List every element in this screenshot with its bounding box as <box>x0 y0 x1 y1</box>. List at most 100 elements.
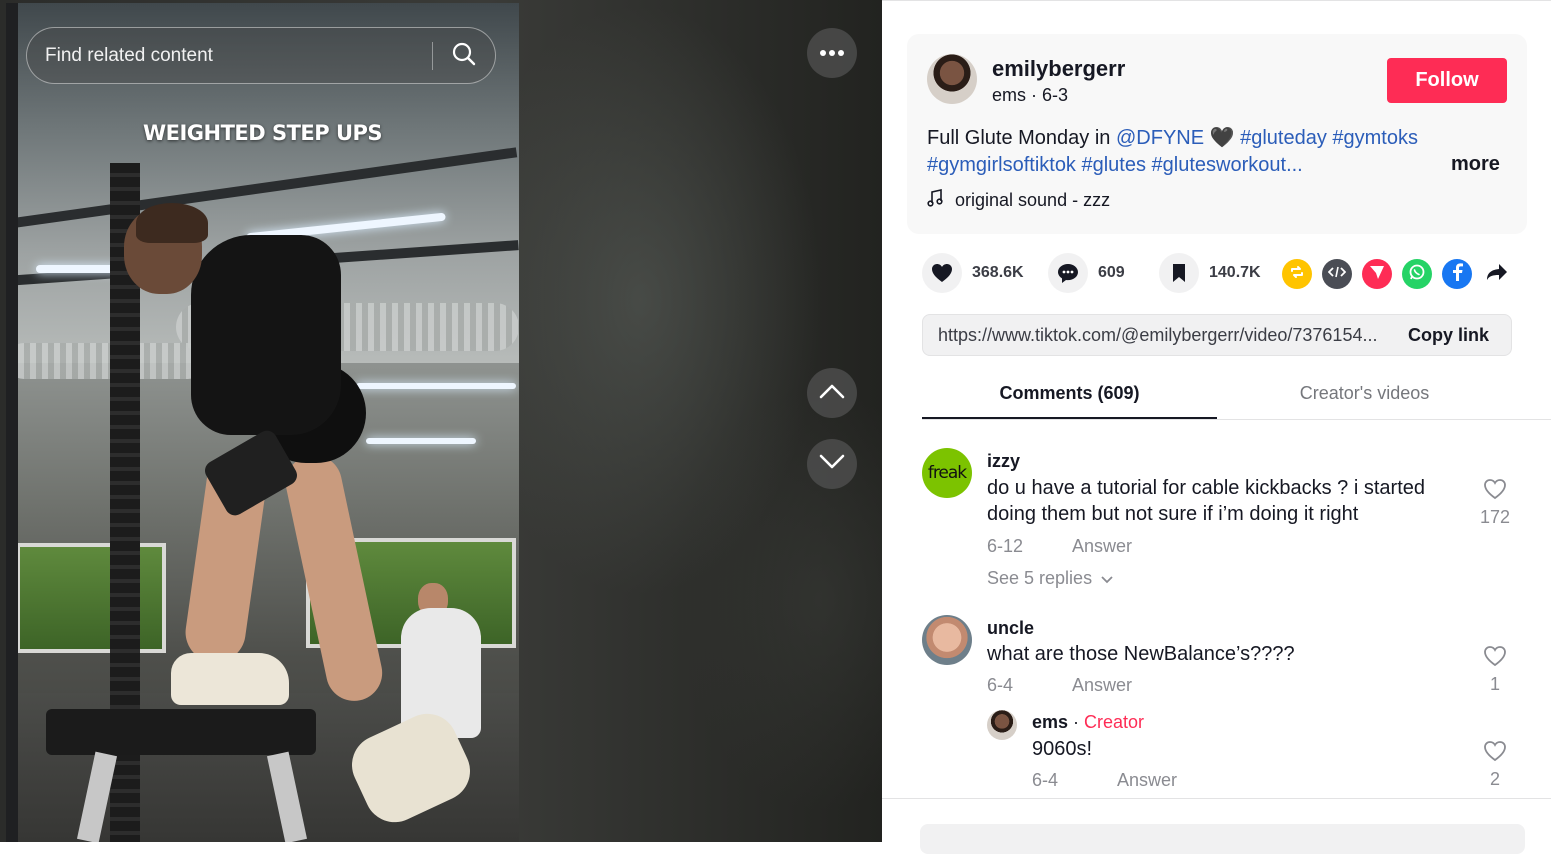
sound-link[interactable]: original sound - zzz <box>927 189 1110 212</box>
video-scene-bench <box>46 709 316 755</box>
commenter-avatar[interactable]: freak <box>922 448 972 498</box>
embed-code-icon <box>1327 265 1347 284</box>
description-text: Full Glute Monday in <box>927 127 1116 149</box>
comment-input-divider <box>882 798 1551 799</box>
video-player[interactable]: WEIGHTED STEP UPS <box>0 0 882 842</box>
details-panel: emilybergerr ems · 6-3 Follow Full Glute… <box>882 0 1551 854</box>
heart-outline-icon <box>1483 741 1507 766</box>
video-scene-shoe <box>171 653 289 705</box>
reply-answer-button[interactable]: Answer <box>1117 770 1177 791</box>
video-scene-light <box>356 383 516 389</box>
mention-link[interactable]: @DFYNE <box>1116 127 1204 149</box>
comment-like-button[interactable]: 1 <box>1475 645 1515 695</box>
video-url[interactable]: https://www.tiktok.com/@emilybergerr/vid… <box>938 325 1388 346</box>
related-search-bar[interactable] <box>26 27 496 84</box>
commenter-username[interactable]: izzy <box>987 451 1020 472</box>
music-note-icon <box>927 189 943 212</box>
comment-item: uncle what are those NewBalance’s???? 6-… <box>922 615 1522 798</box>
reply-username[interactable]: ems · Creator <box>1032 712 1144 733</box>
search-button[interactable] <box>447 40 481 72</box>
author-username[interactable]: emilybergerr <box>992 56 1125 82</box>
video-frame[interactable]: WEIGHTED STEP UPS <box>6 3 519 842</box>
panel-tabs: Comments (609) Creator's videos <box>922 371 1551 420</box>
comment-like-count: 1 <box>1489 674 1500 694</box>
video-scene-window <box>16 543 166 653</box>
avatar-text: freak <box>927 463 967 483</box>
share-arrow-icon <box>1486 263 1508 286</box>
copy-link-button[interactable]: Copy link <box>1408 325 1489 346</box>
comment-item: freak izzy do u have a tutorial for cabl… <box>922 448 1522 608</box>
more-description-button[interactable]: more <box>1451 153 1500 176</box>
heart-emoji: 🖤 <box>1204 127 1235 149</box>
post-info-card: emilybergerr ems · 6-3 Follow Full Glute… <box>907 34 1527 234</box>
reply-like-button[interactable]: 2 <box>1475 740 1515 790</box>
bookmark-icon <box>1159 253 1199 293</box>
active-tab-indicator <box>922 417 1217 419</box>
copy-link-box: https://www.tiktok.com/@emilybergerr/vid… <box>922 314 1512 356</box>
comment-text: what are those NewBalance’s???? <box>987 643 1295 665</box>
chevron-down-icon <box>1097 568 1113 588</box>
video-overlay-caption: WEIGHTED STEP UPS <box>142 121 383 145</box>
chevron-up-icon <box>819 383 845 404</box>
search-icon <box>451 41 477 72</box>
reply-user-separator: · <box>1068 712 1085 732</box>
creator-badge: Creator <box>1084 712 1145 732</box>
heart-outline-icon <box>1483 479 1507 504</box>
tab-comments[interactable]: Comments (609) <box>922 383 1217 404</box>
heart-icon <box>922 253 962 293</box>
commenter-avatar[interactable] <box>922 615 972 665</box>
facebook-share-button[interactable] <box>1442 259 1472 289</box>
see-replies-label: See 5 replies <box>987 568 1093 588</box>
reply-text: 9060s! <box>1032 738 1093 760</box>
comment-action[interactable]: 609 <box>1048 253 1125 293</box>
paper-plane-icon <box>1369 264 1385 285</box>
hashtags-line-1[interactable]: #gluteday #gymtoks <box>1240 127 1418 149</box>
previous-video-button[interactable] <box>807 368 857 418</box>
commenter-username[interactable]: uncle <box>987 618 1034 639</box>
author-subline: ems · 6-3 <box>992 85 1068 106</box>
more-options-button[interactable] <box>807 28 857 78</box>
reply-item: ems · Creator 9060s! 6-4 Answer 2 <box>987 710 1522 798</box>
next-video-button[interactable] <box>807 439 857 489</box>
search-divider <box>432 42 433 70</box>
more-share-button[interactable] <box>1482 259 1512 289</box>
answer-button[interactable]: Answer <box>1072 675 1132 696</box>
subline-separator: · <box>1026 85 1043 105</box>
author-avatar[interactable] <box>927 54 977 104</box>
sound-title: original sound - zzz <box>955 190 1111 210</box>
reply-user-name: ems <box>1032 712 1069 732</box>
save-action[interactable]: 140.7K <box>1159 253 1261 293</box>
comment-list: freak izzy do u have a tutorial for cabl… <box>922 431 1522 798</box>
facebook-icon <box>1451 262 1463 286</box>
reply-avatar[interactable] <box>987 710 1017 740</box>
answer-button[interactable]: Answer <box>1072 536 1132 557</box>
comment-input-area[interactable] <box>920 824 1525 854</box>
like-action[interactable]: 368.6K <box>922 253 1024 293</box>
comment-date: 6-12 <box>987 536 1024 556</box>
comment-date: 6-4 <box>987 675 1014 695</box>
repost-button[interactable] <box>1282 259 1312 289</box>
description-line-2: #gymgirlsoftiktok #glutes #gluteswork­ou… <box>927 152 1447 179</box>
description-line-1: Full Glute Monday in @DFYNE 🖤 #gluteday … <box>927 125 1447 152</box>
video-scene-light <box>366 438 476 444</box>
related-search-input[interactable] <box>45 42 425 70</box>
see-replies-button[interactable]: See 5 replies <box>987 568 1113 589</box>
reply-date: 6-4 <box>1032 770 1059 790</box>
like-count: 368.6K <box>972 264 1024 281</box>
whatsapp-share-button[interactable] <box>1402 259 1432 289</box>
video-scene-duct <box>6 343 206 379</box>
comment-bubble-icon <box>1048 253 1088 293</box>
send-to-friends-button[interactable] <box>1362 259 1392 289</box>
comment-like-button[interactable]: 172 <box>1475 478 1515 528</box>
heart-outline-icon <box>1483 646 1507 671</box>
post-date: 6-3 <box>1042 85 1069 105</box>
chevron-down-icon <box>819 454 845 475</box>
hashtags-line-2[interactable]: #gymgirlsoftiktok #glutes #gluteswork­ou… <box>927 154 1303 176</box>
tab-creator-videos[interactable]: Creator's videos <box>1217 383 1512 404</box>
whatsapp-icon <box>1408 263 1426 286</box>
video-scene-athlete <box>191 235 341 435</box>
comment-count: 609 <box>1098 264 1125 281</box>
comment-like-count: 172 <box>1479 507 1511 527</box>
embed-button[interactable] <box>1322 259 1352 289</box>
follow-button[interactable]: Follow <box>1387 58 1507 103</box>
